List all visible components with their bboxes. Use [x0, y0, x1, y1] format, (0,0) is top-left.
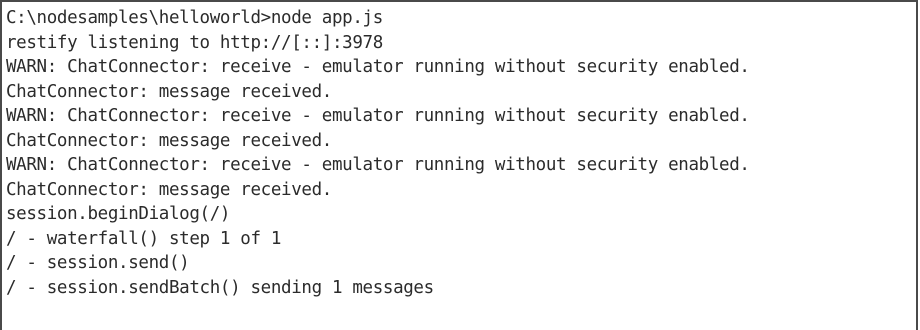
console-line: / - session.sendBatch() sending 1 messag… [6, 277, 434, 298]
console-line: ChatConnector: message received. [6, 81, 332, 102]
console-line-warning: WARN: ChatConnector: receive - emulator … [6, 57, 750, 77]
console-line: ChatConnector: message received. [6, 179, 332, 200]
console-line: restify listening to http://[::]:3978 [6, 32, 383, 53]
console-line: session.beginDialog(/) [6, 204, 231, 224]
console-line-warning: WARN: ChatConnector: receive - emulator … [6, 155, 750, 175]
console-window[interactable]: C:\nodesamples\helloworld>node app.js re… [0, 0, 918, 330]
console-line-warning: WARN: ChatConnector: receive - emulator … [6, 106, 750, 126]
console-line: ChatConnector: message received. [6, 130, 332, 151]
console-line: / - session.send() [6, 253, 190, 273]
console-line-prompt: C:\nodesamples\helloworld>node app.js [6, 8, 383, 28]
console-line: / - waterfall() step 1 of 1 [6, 228, 282, 249]
